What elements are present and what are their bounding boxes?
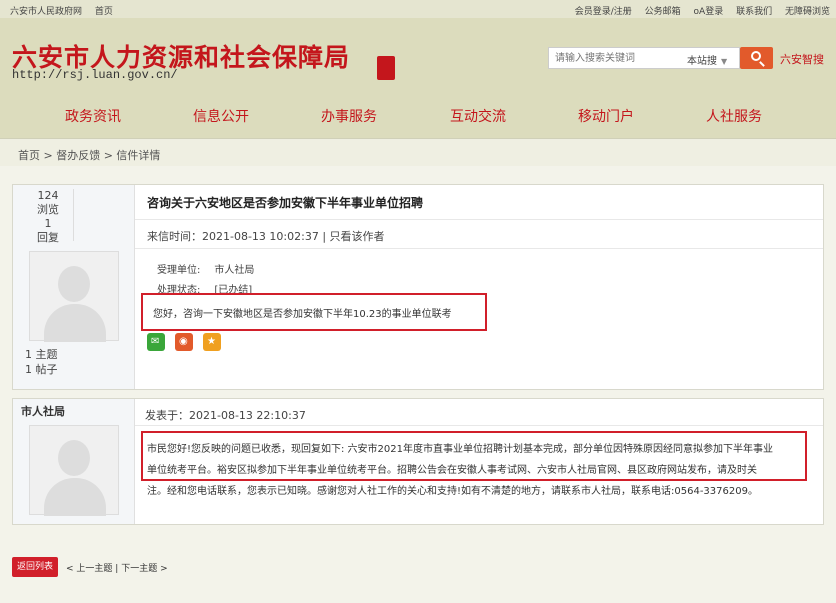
reply-text: 市民您好!您反映的问题已收悉，现回复如下: 六安市2021年度市直事业单位招聘计… [147,439,807,502]
smart-search-link[interactable]: 六安智搜 [780,51,824,67]
nav-item-interaction[interactable]: 互动交流 [450,106,506,126]
nav-item-hr-services[interactable]: 人社服务 [706,106,762,126]
dept-row: 受理单位: 市人社局 [157,261,254,276]
reply-count: 1 [44,217,52,230]
reply-sidebar: 市人社局 [13,399,135,524]
next-topic-link[interactable]: 下一主题 > [121,564,167,574]
view-stats: 124 浏览 [35,189,61,217]
search-box: 本站搜 ▼ [548,47,740,69]
divider [135,248,823,249]
contact-link[interactable]: 联系我们 [736,7,772,17]
content-area: 124 浏览 1 回复 1 主题 1 帖子 咨询关于六安地区是否参加安徽下半年事… [0,166,836,603]
question-post: 124 浏览 1 回复 1 主题 1 帖子 咨询关于六安地区是否参加安徽下半年事… [12,184,824,390]
star-icon: ★ [207,336,216,347]
site-link[interactable]: 六安市人民政府网 [10,7,82,17]
reply-label: 回复 [37,231,59,244]
prev-topic-link[interactable]: < 上一主题 [66,564,112,574]
nav-item-mobile[interactable]: 移动门户 [578,106,634,126]
user-stats: 1 主题 1 帖子 [25,347,58,377]
back-to-list-button[interactable]: 返回列表 [12,557,58,577]
post-title: 咨询关于六安地区是否参加安徽下半年事业单位招聘 [147,196,424,210]
main-nav: 政务资讯 信息公开 办事服务 互动交流 移动门户 人社服务 [0,106,836,128]
search-input[interactable] [555,50,675,66]
reply-main: 发表于：2021-08-13 22:10:37 市民您好!您反映的问题已收悉，现… [135,399,823,524]
avatar [29,251,119,342]
home-link[interactable]: 首页 [95,7,113,17]
reply-line: 单位统考平台。裕安区拟参加下半年事业单位统考平台。招聘公告会在安徽人事考试网、六… [147,465,757,476]
login-link[interactable]: 会员登录/注册 [575,7,632,17]
dept-value: 市人社局 [214,265,255,276]
search-scope-label: 本站搜 [687,56,717,67]
topic-count: 1 主题 [25,348,58,361]
reply-line: 注。经和您电话联系，您表示已知晓。感谢您对人社工作的关心和支持!如有不清楚的地方… [147,486,758,497]
question-text: 您好，咨询一下安徽地区是否参加安徽下半年10.23的事业单位联考 [153,309,452,320]
nav-item-services[interactable]: 办事服务 [321,106,377,126]
avatar-body-icon [44,304,106,342]
seal-icon [377,56,395,80]
mail-link[interactable]: 公务邮箱 [645,7,681,17]
post-count: 1 帖子 [25,363,58,376]
wechat-icon: ✉ [151,336,160,347]
breadcrumb[interactable]: 首页 > 督办反馈 > 信件详情 [18,147,160,163]
stats-divider [73,189,74,241]
favorite-button[interactable]: ★ [203,333,221,351]
avatar-head-icon [58,266,90,302]
nav-item-info[interactable]: 信息公开 [193,106,249,126]
wechat-share-button[interactable]: ✉ [147,333,165,351]
reply-stats: 1 回复 [35,217,61,245]
avatar [29,425,119,516]
nav-item-news[interactable]: 政务资讯 [65,106,121,126]
dept-label: 受理单位: [157,265,201,276]
question-highlight: 您好，咨询一下安徽地区是否参加安徽下半年10.23的事业单位联考 [141,293,487,331]
reply-line: 市民您好!您反映的问题已收悉，现回复如下: 六安市2021年度市直事业单位招聘计… [147,444,774,455]
top-utility-bar: 六安市人民政府网 首页 会员登录/注册 公务邮箱 oA登录 联系我们 无障碍浏览 [0,0,836,18]
search-scope-select[interactable]: 本站搜 ▼ [687,52,727,67]
post-main: 咨询关于六安地区是否参加安徽下半年事业单位招聘 来信时间：2021-08-13 … [135,185,823,389]
search-icon [751,51,761,61]
topbar-left: 六安市人民政府网 首页 [10,4,123,17]
reply-author: 市人社局 [21,405,65,418]
avatar-head-icon [58,440,90,476]
pager-separator: | [115,564,119,574]
post-meta[interactable]: 来信时间：2021-08-13 10:02:37 | 只看该作者 [147,228,385,244]
reply-meta: 发表于：2021-08-13 22:10:37 [145,409,306,422]
chevron-down-icon: ▼ [721,57,728,66]
breadcrumb-bar: 首页 > 督办反馈 > 信件详情 [0,138,836,166]
divider [135,425,823,426]
avatar-body-icon [44,478,106,516]
site-header: 六安市人力资源和社会保障局 http://rsj.luan.gov.cn/ 本站… [0,18,836,138]
site-url: http://rsj.luan.gov.cn/ [12,68,178,82]
weibo-share-button[interactable]: ◉ [175,333,193,351]
oa-link[interactable]: oA登录 [694,7,724,17]
reply-post: 市人社局 发表于：2021-08-13 22:10:37 市民您好!您反映的问题… [12,398,824,525]
accessible-link[interactable]: 无障碍浏览 [785,7,830,17]
post-sidebar: 124 浏览 1 回复 1 主题 1 帖子 [13,185,135,389]
topic-pager: < 上一主题 | 下一主题 > [66,561,168,574]
view-label: 浏览 [37,203,59,216]
search-button[interactable] [740,47,773,69]
topbar-right: 会员登录/注册 公务邮箱 oA登录 联系我们 无障碍浏览 [565,4,830,17]
weibo-icon: ◉ [179,336,188,347]
divider [135,219,823,220]
view-count: 124 [37,189,59,202]
